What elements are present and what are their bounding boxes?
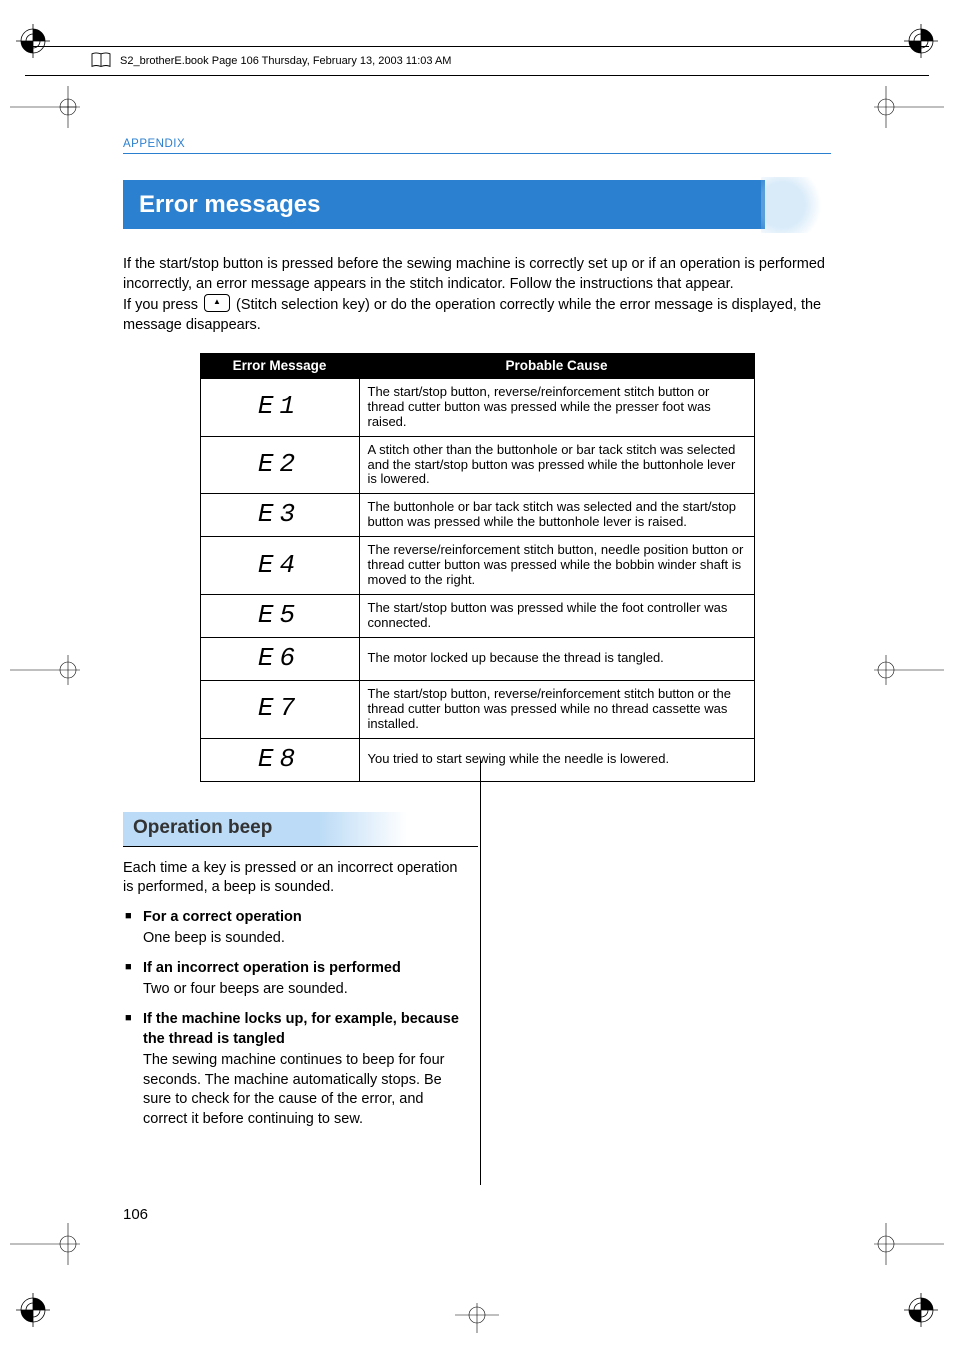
crosshair-icon xyxy=(874,655,944,685)
list-item-heading: If the machine locks up, for example, be… xyxy=(143,1010,468,1049)
error-code-cell: E6 xyxy=(200,637,359,680)
section-title-bar: Error messages xyxy=(123,180,765,229)
table-header-code: Error Message xyxy=(200,354,359,379)
error-cause-cell: The start/stop button was pressed while … xyxy=(359,595,754,638)
error-messages-table: Error Message Probable Cause E1The start… xyxy=(200,353,755,781)
error-cause-cell: The start/stop button, reverse/reinforce… xyxy=(359,378,754,436)
error-cause-cell: A stitch other than the buttonhole or ba… xyxy=(359,436,754,494)
table-row: E4The reverse/reinforcement stitch butto… xyxy=(200,537,754,595)
table-row: E7The start/stop button, reverse/reinfor… xyxy=(200,680,754,738)
table-row: E6The motor locked up because the thread… xyxy=(200,637,754,680)
table-header-cause: Probable Cause xyxy=(359,354,754,379)
column-divider xyxy=(480,760,481,1185)
intro-paragraph-2: If you press (Stitch selection key) or d… xyxy=(123,294,831,335)
section-title: Error messages xyxy=(139,191,320,218)
list-item-desc: One beep is sounded. xyxy=(143,929,468,949)
framemaker-header-text: S2_brotherE.book Page 106 Thursday, Febr… xyxy=(120,55,451,67)
error-cause-cell: The motor locked up because the thread i… xyxy=(359,637,754,680)
error-cause-cell: The start/stop button, reverse/reinforce… xyxy=(359,680,754,738)
page-number: 106 xyxy=(123,1206,148,1223)
error-code-cell: E5 xyxy=(200,595,359,638)
error-code-cell: E1 xyxy=(200,378,359,436)
crosshair-icon xyxy=(455,1303,499,1333)
book-icon xyxy=(90,52,112,70)
list-item: For a correct operationOne beep is sound… xyxy=(123,908,468,949)
crosshair-icon xyxy=(10,655,80,685)
registration-mark-icon xyxy=(16,1293,50,1327)
error-code-cell: E2 xyxy=(200,436,359,494)
error-code-cell: E3 xyxy=(200,494,359,537)
stitch-key-icon xyxy=(204,294,230,312)
crosshair-icon xyxy=(874,1223,944,1265)
error-cause-cell: You tried to start sewing while the need… xyxy=(359,738,754,781)
error-code-cell: E7 xyxy=(200,680,359,738)
registration-mark-icon xyxy=(904,1293,938,1327)
list-item-heading: For a correct operation xyxy=(143,908,468,928)
intro-paragraph-1: If the start/stop button is pressed befo… xyxy=(123,255,831,294)
list-item-desc: The sewing machine continues to beep for… xyxy=(143,1051,468,1129)
error-code-cell: E8 xyxy=(200,738,359,781)
error-cause-cell: The buttonhole or bar tack stitch was se… xyxy=(359,494,754,537)
table-row: E2A stitch other than the buttonhole or … xyxy=(200,436,754,494)
subsection-intro: Each time a key is pressed or an incorre… xyxy=(123,859,468,898)
table-row: E5The start/stop button was pressed whil… xyxy=(200,595,754,638)
subsection-title: Operation beep xyxy=(123,812,478,847)
list-item: If the machine locks up, for example, be… xyxy=(123,1010,468,1129)
list-item-heading: If an incorrect operation is performed xyxy=(143,959,468,979)
table-row: E3The buttonhole or bar tack stitch was … xyxy=(200,494,754,537)
crosshair-icon xyxy=(874,86,944,128)
error-cause-cell: The reverse/reinforcement stitch button,… xyxy=(359,537,754,595)
error-code-cell: E4 xyxy=(200,537,359,595)
appendix-label: APPENDIX xyxy=(123,138,831,150)
intro-text: If the start/stop button is pressed befo… xyxy=(123,255,831,335)
framemaker-header: S2_brotherE.book Page 106 Thursday, Febr… xyxy=(25,46,929,76)
crosshair-icon xyxy=(10,86,80,128)
crosshair-icon xyxy=(10,1223,80,1265)
divider xyxy=(123,153,831,154)
table-row: E8You tried to start sewing while the ne… xyxy=(200,738,754,781)
list-item-desc: Two or four beeps are sounded. xyxy=(143,980,468,1000)
table-row: E1The start/stop button, reverse/reinfor… xyxy=(200,378,754,436)
section-tab-icon xyxy=(767,174,837,236)
list-item: If an incorrect operation is performedTw… xyxy=(123,959,468,1000)
